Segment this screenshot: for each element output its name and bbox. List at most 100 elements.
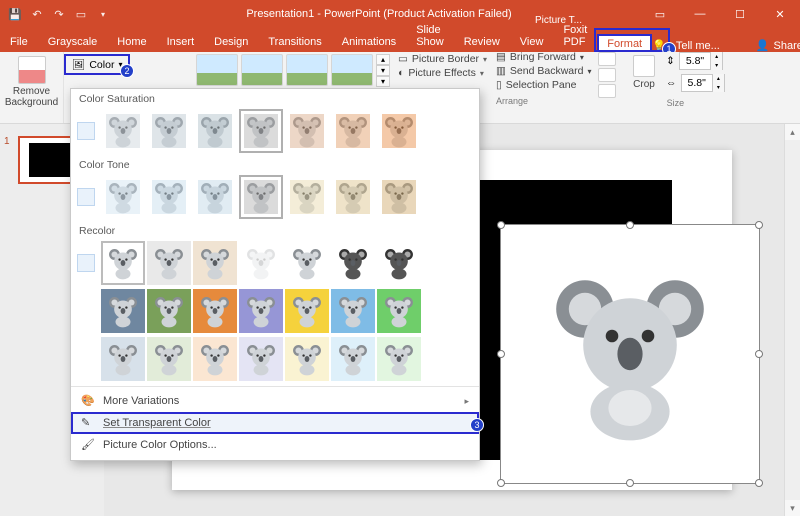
color-swatch[interactable] [331, 337, 375, 381]
effects-icon: ◐ [398, 67, 404, 79]
color-swatch[interactable] [285, 109, 329, 153]
selection-pane-button[interactable]: ▯Selection Pane [496, 78, 591, 92]
color-swatch[interactable] [331, 289, 375, 333]
tab-view[interactable]: View [510, 32, 554, 52]
color-swatch[interactable] [193, 289, 237, 333]
color-swatch[interactable] [331, 175, 375, 219]
picture-options: ▭Picture Border▾ ◐Picture Effects▾ [398, 52, 487, 80]
color-swatch[interactable] [147, 241, 191, 285]
picture-effects-button[interactable]: ◐Picture Effects▾ [398, 66, 487, 80]
color-swatch[interactable] [377, 241, 421, 285]
color-swatch[interactable] [101, 337, 145, 381]
width-icon: ⇔ [666, 77, 677, 89]
color-swatch[interactable] [101, 241, 145, 285]
color-swatch[interactable] [101, 175, 145, 219]
width-input[interactable]: 5.8"▴▾ [681, 74, 725, 92]
color-swatch[interactable] [239, 289, 283, 333]
style-preset[interactable] [196, 54, 238, 86]
color-swatch[interactable] [193, 175, 237, 219]
color-swatch[interactable] [285, 337, 329, 381]
color-swatch[interactable] [377, 175, 421, 219]
color-swatch[interactable] [239, 241, 283, 285]
step-marker-2: 2 [120, 64, 134, 78]
color-swatch[interactable] [239, 337, 283, 381]
tab-insert[interactable]: Insert [157, 32, 205, 52]
color-swatch[interactable] [147, 109, 191, 153]
style-preset[interactable] [241, 54, 283, 86]
picture-border-button[interactable]: ▭Picture Border▾ [398, 52, 487, 66]
color-swatch[interactable] [193, 337, 237, 381]
color-swatch[interactable] [285, 175, 329, 219]
koala-image [540, 264, 720, 444]
color-swatch[interactable] [239, 109, 283, 153]
group-button[interactable] [598, 68, 616, 82]
saturation-label: Color Saturation [71, 89, 479, 107]
maximize-icon[interactable]: ☐ [720, 0, 760, 28]
style-preset[interactable] [286, 54, 328, 86]
start-slideshow-icon[interactable]: ▭ [74, 7, 88, 21]
quick-access-toolbar: 💾 ↶ ↷ ▭ ▾ [0, 7, 118, 21]
color-swatch[interactable] [331, 241, 375, 285]
height-icon: ⇕ [666, 55, 675, 67]
save-icon[interactable]: 💾 [8, 7, 22, 21]
ribbon-options-icon[interactable]: ▭ [640, 0, 680, 28]
tab-animations[interactable]: Animations [332, 32, 406, 52]
color-swatch[interactable] [101, 289, 145, 333]
tab-grayscale[interactable]: Grayscale [38, 32, 108, 52]
picture-styles-gallery[interactable]: ▴▾▾ [196, 54, 390, 87]
redo-icon[interactable]: ↷ [52, 7, 66, 21]
color-swatch[interactable] [285, 289, 329, 333]
color-swatch[interactable] [193, 241, 237, 285]
close-icon[interactable]: ✕ [760, 0, 800, 28]
color-swatch[interactable] [377, 109, 421, 153]
tab-home[interactable]: Home [107, 32, 156, 52]
color-swatch[interactable] [331, 109, 375, 153]
color-swatch[interactable] [147, 289, 191, 333]
rotate-button[interactable] [598, 84, 616, 98]
tone-row [71, 173, 479, 221]
recolor-lead-icon[interactable] [77, 254, 95, 272]
send-backward-button[interactable]: ▥Send Backward▾ [496, 64, 591, 78]
color-swatch[interactable] [285, 241, 329, 285]
tab-slideshow[interactable]: Slide Show [406, 20, 454, 52]
vertical-scrollbar[interactable]: ▴ ▾ [784, 124, 800, 516]
color-swatch[interactable] [377, 289, 421, 333]
color-swatch[interactable] [147, 337, 191, 381]
color-swatch[interactable] [239, 175, 283, 219]
tab-review[interactable]: Review [454, 32, 510, 52]
color-swatch[interactable] [377, 337, 421, 381]
share-button[interactable]: 👤 Share [756, 39, 800, 52]
bring-forward-button[interactable]: ▤Bring Forward▾ [496, 50, 591, 64]
height-input[interactable]: 5.8"▴▾ [679, 52, 723, 70]
share-label: Share [774, 40, 800, 52]
arrange-group-label: Arrange [496, 92, 591, 107]
saturation-lead-icon[interactable] [77, 122, 95, 140]
gallery-scroll[interactable]: ▴▾▾ [376, 54, 390, 87]
crop-button[interactable]: Crop [626, 55, 662, 90]
scroll-up-icon[interactable]: ▴ [785, 124, 800, 140]
picture-color-options-item[interactable]: 🖌 Picture Color Options... [71, 434, 479, 456]
tab-foxitpdf[interactable]: Foxit PDF [553, 20, 597, 52]
color-swatch[interactable] [101, 109, 145, 153]
set-transparent-color-item[interactable]: ✎ Set Transparent Color 3 [71, 412, 479, 434]
tab-transitions[interactable]: Transitions [258, 32, 331, 52]
scroll-down-icon[interactable]: ▾ [785, 500, 800, 516]
recolor-row-2 [71, 287, 479, 335]
more-variations-item[interactable]: 🎨 More Variations ▸ [71, 390, 479, 412]
align-button[interactable] [598, 52, 616, 66]
window-controls: ▭ — ☐ ✕ [640, 0, 800, 28]
tab-file[interactable]: File [0, 32, 38, 52]
qat-more-icon[interactable]: ▾ [96, 7, 110, 21]
color-swatch[interactable] [147, 175, 191, 219]
color-swatch[interactable] [193, 109, 237, 153]
remove-background-button[interactable]: Remove Background [3, 56, 61, 108]
tone-lead-icon[interactable] [77, 188, 95, 206]
recolor-label: Recolor [71, 221, 479, 239]
minimize-icon[interactable]: — [680, 0, 720, 28]
eyedropper-icon: ✎ [81, 416, 95, 430]
tab-design[interactable]: Design [204, 32, 258, 52]
selected-picture[interactable] [500, 224, 760, 484]
style-preset[interactable] [331, 54, 373, 86]
share-icon: 👤 [756, 39, 770, 52]
undo-icon[interactable]: ↶ [30, 7, 44, 21]
